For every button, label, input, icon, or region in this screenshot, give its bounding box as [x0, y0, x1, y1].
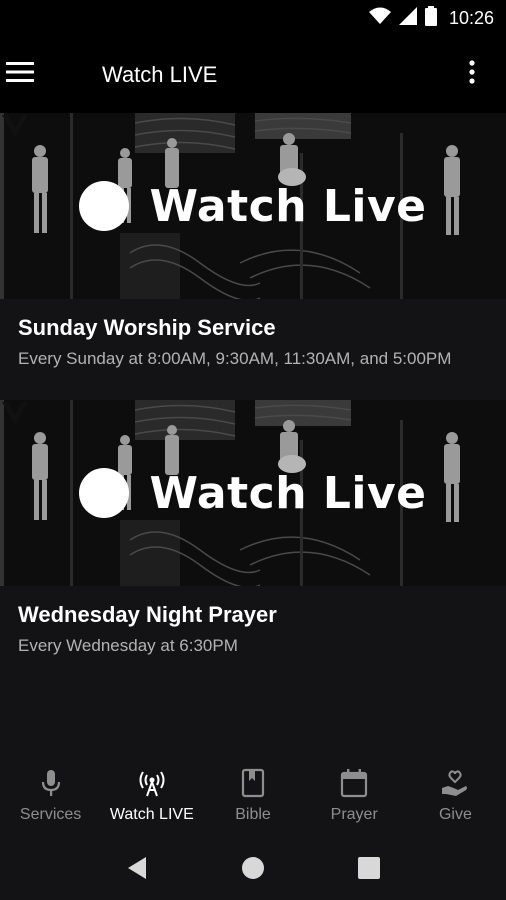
battery-icon — [424, 5, 437, 31]
nav-label: Services — [19, 806, 82, 823]
status-bar: 10:26 — [0, 0, 506, 36]
home-icon[interactable] — [241, 856, 265, 885]
banner-text: Watch Live — [149, 180, 427, 232]
nav-item-watch-live[interactable]: Watch LIVE — [101, 760, 202, 840]
wifi-icon — [368, 7, 391, 30]
heart-hand-icon — [440, 768, 470, 798]
banner-text: Watch Live — [149, 467, 427, 519]
nav-label: Give — [438, 806, 472, 823]
back-icon[interactable] — [126, 856, 148, 885]
book-icon — [241, 768, 265, 798]
app-bar: Watch LIVE — [0, 36, 506, 113]
overflow-menu-button[interactable] — [452, 36, 492, 113]
page-title: Watch LIVE — [102, 61, 218, 87]
banner-overlay: Watch Live — [0, 400, 506, 586]
live-card[interactable]: Watch Live Sunday Worship Service Every … — [0, 113, 506, 369]
banner-overlay: Watch Live — [0, 113, 506, 299]
more-vert-icon — [469, 60, 475, 89]
calendar-icon — [340, 768, 368, 798]
nav-item-prayer[interactable]: Prayer — [304, 760, 405, 840]
banner-image: Watch Live — [0, 400, 506, 586]
system-navigation-bar — [0, 840, 506, 900]
card-subtitle: Every Wednesday at 6:30PM — [18, 636, 238, 655]
card-subtitle: Every Sunday at 8:00AM, 9:30AM, 11:30AM,… — [18, 349, 452, 368]
nav-item-give[interactable]: Give — [405, 760, 506, 840]
bottom-navigation: Services Watch LIVE Bible Prayer Give — [0, 760, 506, 840]
microphone-icon — [39, 768, 63, 798]
nav-label: Prayer — [330, 806, 378, 823]
church-logo-icon — [2, 115, 130, 231]
card-title: Sunday Worship Service — [18, 315, 276, 340]
live-card[interactable]: Watch Live Wednesday Night Prayer Every … — [0, 400, 506, 656]
recents-icon[interactable] — [357, 856, 380, 884]
menu-button[interactable] — [0, 36, 80, 113]
nav-item-services[interactable]: Services — [0, 760, 101, 840]
nav-item-bible[interactable]: Bible — [202, 760, 303, 840]
broadcast-icon — [137, 768, 167, 798]
nav-label: Watch LIVE — [109, 806, 194, 823]
nav-label: Bible — [235, 806, 271, 823]
screen: 10:26 Watch LIVE Watch Live Sunday Worsh… — [0, 0, 506, 900]
hamburger-menu-icon — [6, 62, 34, 87]
signal-icon — [398, 6, 417, 30]
status-time: 10:26 — [448, 7, 494, 28]
card-title: Wednesday Night Prayer — [18, 602, 277, 627]
banner-image: Watch Live — [0, 113, 506, 299]
church-logo-icon — [2, 402, 130, 518]
